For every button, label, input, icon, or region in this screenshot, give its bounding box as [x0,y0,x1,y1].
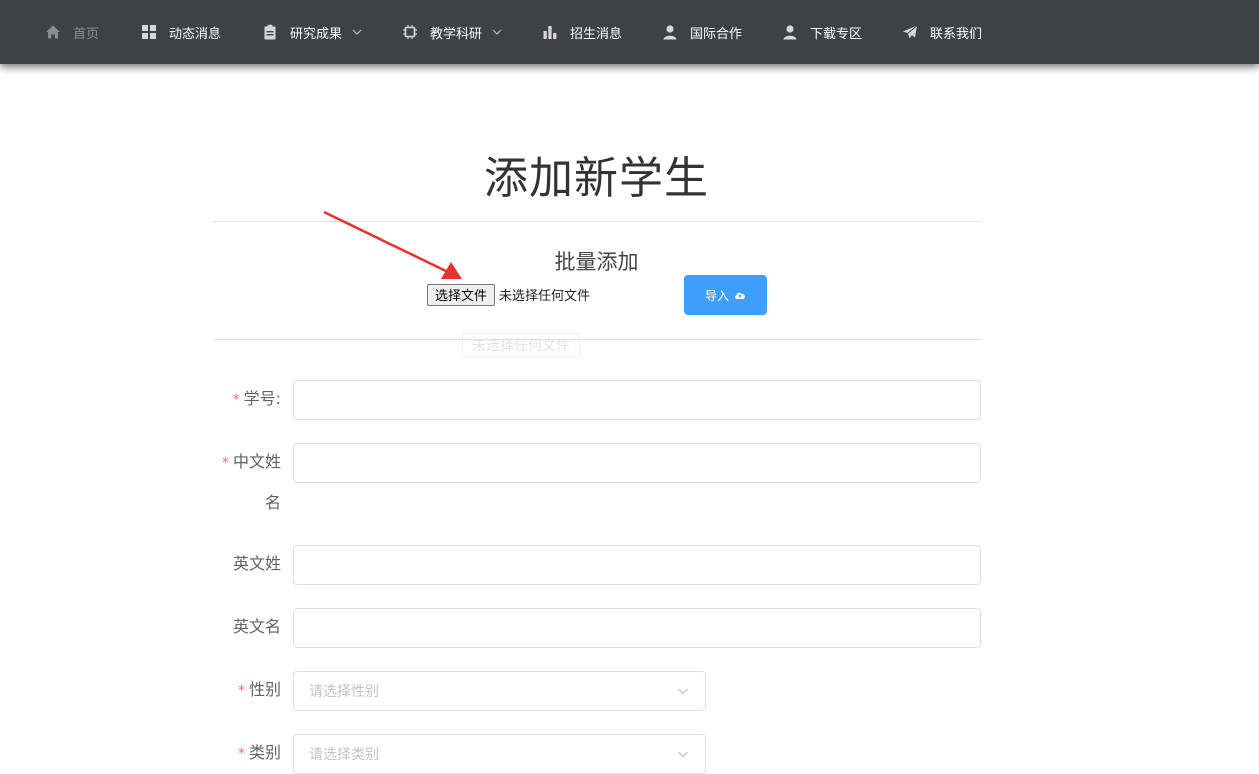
nav-label: 国际合作 [690,26,743,42]
student-id-label: * 学号: [232,389,281,408]
nav-item-news[interactable]: 动态消息 [141,0,221,64]
nav-item-downloads[interactable]: 下载专区 [782,0,862,64]
file-upload: 选择文件 未选择任何文件 [427,283,590,306]
send-icon [902,24,918,40]
required-asterisk: * [221,455,229,471]
english-lastname-input[interactable] [293,545,981,585]
chinese-name-label-wrap: 名 [264,493,281,512]
nav-label: 研究成果 [290,26,343,42]
nav-item-home[interactable]: 首页 [45,0,99,64]
gender-select[interactable]: 请选择性别 [293,671,706,711]
required-asterisk: * [237,683,245,699]
file-status: 未选择任何文件 [499,289,591,304]
nav-item-contact[interactable]: 联系我们 [902,0,982,64]
nav-item-international[interactable]: 国际合作 [662,0,742,64]
gender-placeholder: 请选择性别 [309,684,379,700]
import-button[interactable]: 导入 [684,275,767,315]
chip-icon [402,24,418,40]
required-asterisk: * [237,746,245,762]
divider [213,221,981,222]
chinese-name-label: * 中文姓 [221,452,281,471]
chevron-down-icon [676,747,690,761]
nav-label: 招生消息 [570,26,623,42]
english-firstname-label: 英文名 [232,617,281,636]
divider [213,339,981,340]
chevron-down-icon [352,27,362,37]
page-title: 添加新学生 [484,153,709,204]
nav-item-research[interactable]: 研究成果 [262,0,362,64]
type-placeholder: 请选择类别 [309,747,379,763]
import-button-label: 导入 [704,288,729,303]
chevron-down-icon [676,684,690,698]
student-id-input[interactable] [293,380,981,420]
english-firstname-input[interactable] [293,608,981,648]
nav-item-admissions[interactable]: 招生消息 [542,0,622,64]
nav-label: 下载专区 [810,26,863,42]
user-icon [662,24,678,40]
nav-label: 教学科研 [430,26,483,42]
nav-label: 动态消息 [169,26,222,42]
cloud-upload-icon [734,290,746,300]
top-navbar: 首页 动态消息 研究成果 教学科研 招生消息 国际合作 下载专区 联系我们 [0,0,1259,64]
home-icon [45,24,61,40]
gender-label: * 性别 [237,680,281,699]
clipboard-icon [262,24,278,40]
choose-file-button[interactable]: 选择文件 [427,283,496,306]
type-label: * 类别 [237,743,281,762]
file-tooltip: 未选择任何文件 [462,333,580,357]
user-icon [782,24,798,40]
bar-chart-icon [542,24,558,40]
nav-item-teaching[interactable]: 教学科研 [402,0,502,64]
required-asterisk: * [232,392,240,408]
chinese-name-input[interactable] [293,443,981,483]
grid-icon [141,24,157,40]
english-lastname-label: 英文姓 [232,554,281,573]
nav-label: 联系我们 [930,26,983,42]
type-select[interactable]: 请选择类别 [293,734,706,774]
chevron-down-icon [492,27,502,37]
nav-label: 首页 [73,26,100,42]
batch-add-title: 批量添加 [554,250,639,274]
